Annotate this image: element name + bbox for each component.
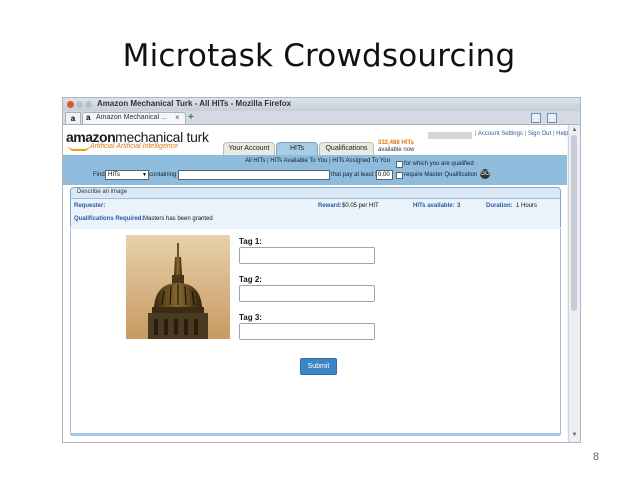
chevron-down-icon: ▼ (142, 172, 147, 178)
task-image-dome (126, 235, 230, 339)
tab-title: Amazon Mechanical ... (96, 114, 167, 121)
tab-your-account[interactable]: Your Account (223, 142, 275, 155)
browser-window: Amazon Mechanical Turk - All HITs - Mozi… (62, 97, 581, 443)
hit-title: Describe an image (77, 189, 128, 195)
hits-sublinks: All HITs | HITs Available To You | HITs … (245, 158, 390, 164)
window-title: Amazon Mechanical Turk - All HITs - Mozi… (97, 99, 292, 108)
tag-1-input[interactable] (239, 247, 375, 264)
slide-title: Microtask Crowdsourcing (122, 38, 516, 74)
tag-3-input[interactable] (239, 323, 375, 340)
hits-available-counter: 332,488 HITs available now (378, 140, 414, 154)
hits-available-link[interactable]: HITs Available To You (270, 158, 327, 164)
hits-available-label: HITs available: (413, 203, 455, 209)
submit-button[interactable]: Submit (300, 358, 337, 375)
sign-out-link[interactable]: Sign Out (528, 131, 551, 137)
hits-assigned-link[interactable]: HITs Assigned To You (332, 158, 390, 164)
tag-1-label: Tag 1: (239, 237, 262, 246)
browser-tab-mturk[interactable]: a Amazon Mechanical ... × (82, 112, 186, 124)
qualified-checkbox[interactable] (396, 161, 403, 168)
scroll-down-icon[interactable]: ▼ (569, 432, 580, 438)
tab-hits[interactable]: HITs (276, 142, 318, 155)
help-link[interactable]: Help (556, 131, 568, 137)
minimize-window-icon[interactable] (76, 101, 83, 108)
master-label: require Master Qualification (404, 172, 478, 178)
duration-label: Duration: (486, 203, 513, 209)
page-scrollbar[interactable]: ▲ ▼ (568, 125, 580, 442)
bookmark-icon[interactable] (531, 113, 541, 123)
amazon-favicon-icon: a (86, 113, 91, 122)
mturk-logo[interactable]: amazonmechanical turk Artificial Artific… (66, 129, 209, 151)
go-button[interactable]: GO (480, 169, 490, 179)
all-hits-link[interactable]: All HITs (245, 158, 265, 164)
duration-value: 1 Hours (516, 203, 538, 209)
tag-2-input[interactable] (239, 285, 375, 302)
find-label: Find (93, 172, 105, 178)
qualifications-value: Masters has been granted (143, 216, 213, 222)
user-name-redacted (428, 132, 472, 139)
reward-label: Reward: (318, 203, 342, 209)
close-window-icon[interactable] (67, 101, 74, 108)
tab-close-icon[interactable]: × (175, 113, 180, 122)
scroll-thumb[interactable] (571, 135, 577, 311)
window-titlebar: Amazon Mechanical Turk - All HITs - Mozi… (63, 98, 580, 111)
hit-info-panel: Describe an image Requester: Reward: $0.… (70, 187, 561, 230)
master-checkbox[interactable] (396, 172, 403, 179)
pay-at-least-label: that pay at least $ (331, 172, 379, 178)
account-links: | Account Settings | Sign Out | Help (475, 131, 569, 137)
hits-count-sub: available now (378, 147, 415, 153)
qualified-label: for which you are qualified (404, 161, 474, 167)
browser-tab-bar: a a Amazon Mechanical ... × + ⬇ (63, 111, 580, 134)
reward-value: $0.05 per HIT (342, 203, 379, 209)
page-content: amazonmechanical turk Artificial Artific… (63, 125, 569, 442)
search-bar-section: All HITs | HITs Available To You | HITs … (63, 155, 567, 185)
requester-label: Requester: (74, 203, 106, 209)
maximize-window-icon[interactable] (85, 101, 92, 108)
hits-count-value: 332,488 HITs (378, 140, 414, 146)
logo-tagline: Artificial Artificial Intelligence (90, 143, 179, 150)
find-select-value: HITs (108, 172, 120, 178)
hits-available-value: 3 (457, 203, 461, 209)
hit-task-form: Tag 1: Tag 2: Tag 3: Submit (70, 229, 561, 436)
page-menu-icon[interactable] (547, 113, 557, 123)
form-bottom-border (71, 433, 560, 436)
tab-qualifications[interactable]: Qualifications (319, 142, 374, 155)
tag-2-label: Tag 2: (239, 275, 262, 284)
amazon-tab-icon[interactable]: a (65, 112, 81, 125)
tag-3-label: Tag 3: (239, 313, 262, 322)
page-number: 8 (593, 451, 600, 463)
keyword-search-input[interactable] (178, 170, 330, 180)
hit-details: Requester: Reward: $0.05 per HIT HITs av… (71, 198, 560, 230)
qualifications-label: Qualifications Required: (74, 216, 144, 222)
containing-label: containing (149, 172, 177, 178)
find-type-select[interactable]: HITs ▼ (105, 170, 149, 180)
account-settings-link[interactable]: Account Settings (478, 131, 523, 137)
amazon-smile-icon (68, 145, 90, 151)
new-tab-icon[interactable]: + (188, 112, 194, 123)
scroll-up-icon[interactable]: ▲ (569, 127, 580, 133)
min-reward-input[interactable]: 0.00 (376, 170, 393, 180)
